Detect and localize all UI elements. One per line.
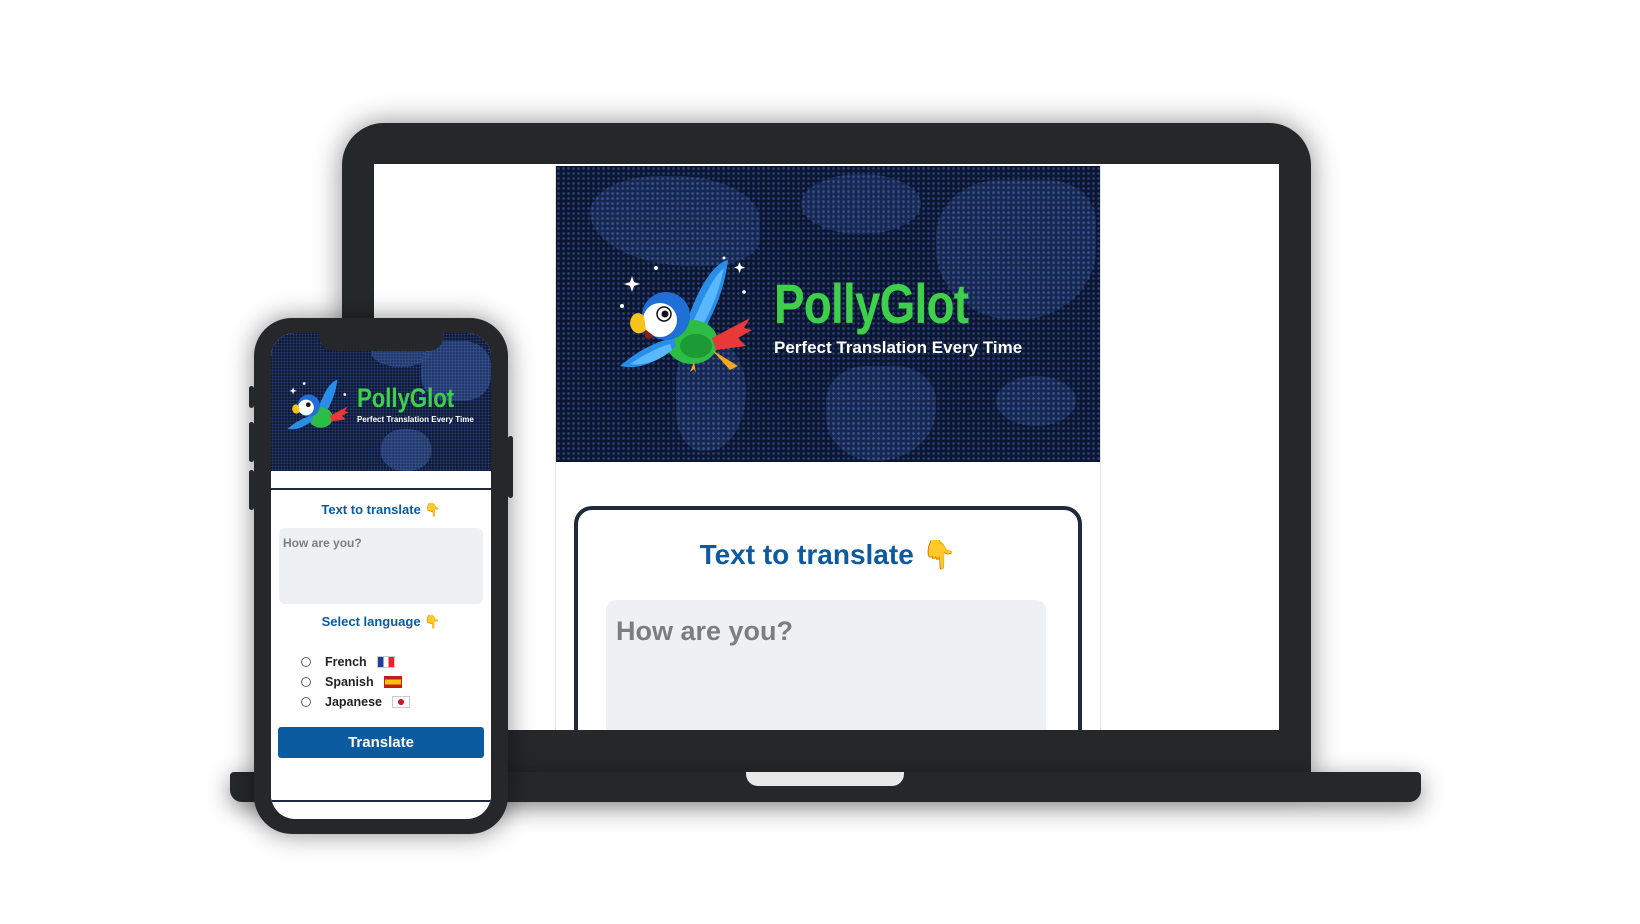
brand-tagline: Perfect Translation Every Time xyxy=(357,415,474,424)
phone-frame: PollyGlot Perfect Translation Every Time… xyxy=(249,318,513,834)
radio-button[interactable] xyxy=(301,697,311,707)
map-africa xyxy=(826,366,936,461)
language-option-french[interactable]: French xyxy=(301,652,410,672)
japan-flag-icon xyxy=(391,696,410,708)
map-europe xyxy=(801,174,921,234)
phone-side-button xyxy=(249,386,254,408)
brand-title: PollyGlot xyxy=(357,383,455,413)
laptop-trackpad-notch xyxy=(746,772,904,786)
device-mockup-stage: PollyGlot Perfect Translation Every Time… xyxy=(0,0,1640,924)
radio-button[interactable] xyxy=(301,657,311,667)
language-option-japanese[interactable]: Japanese xyxy=(301,692,410,712)
pointing-down-icon: 👇 xyxy=(921,539,957,570)
brand-block: PollyGlot Perfect Translation Every Time xyxy=(357,383,476,424)
laptop-app: PollyGlot Perfect Translation Every Time… xyxy=(555,166,1101,730)
heading-text: Select language xyxy=(321,614,421,629)
brand-block: PollyGlot Perfect Translation Every Time xyxy=(774,274,1022,358)
language-label: French xyxy=(325,655,367,669)
parrot-logo-icon xyxy=(620,256,752,373)
text-to-translate-input[interactable] xyxy=(279,528,483,604)
france-flag-icon xyxy=(376,656,395,668)
map-north-america xyxy=(590,176,760,266)
phone-translate-card: Text to translate 👇 Select language 👇 Fr… xyxy=(271,488,491,802)
translate-card: Text to translate 👇 xyxy=(574,506,1082,730)
pointing-down-icon: 👇 xyxy=(424,502,441,517)
phone-hero-banner: PollyGlot Perfect Translation Every Time xyxy=(271,333,491,471)
text-to-translate-heading: Text to translate 👇 xyxy=(271,502,491,518)
map-australia xyxy=(996,376,1076,426)
translate-button[interactable]: Translate xyxy=(278,727,484,758)
radio-button[interactable] xyxy=(301,677,311,687)
phone-volume-down-button xyxy=(249,470,254,510)
brand-tagline: Perfect Translation Every Time xyxy=(774,338,1023,357)
phone-notch xyxy=(319,333,443,351)
language-label: Spanish xyxy=(325,675,374,689)
text-to-translate-input[interactable] xyxy=(606,600,1046,730)
phone-screen: PollyGlot Perfect Translation Every Time… xyxy=(271,333,491,819)
spain-flag-icon xyxy=(383,676,402,688)
parrot-logo-icon xyxy=(287,379,349,430)
language-options: French Spanish Japanese xyxy=(301,652,410,712)
map-africa xyxy=(381,429,431,471)
heading-text: Text to translate xyxy=(699,539,914,570)
pointing-down-icon: 👇 xyxy=(424,614,441,629)
phone-volume-up-button xyxy=(249,422,254,462)
language-option-spanish[interactable]: Spanish xyxy=(301,672,410,692)
hero-banner: PollyGlot Perfect Translation Every Time xyxy=(556,166,1100,462)
text-to-translate-heading: Text to translate 👇 xyxy=(578,538,1078,571)
brand-title: PollyGlot xyxy=(774,272,969,335)
heading-text: Text to translate xyxy=(321,502,421,517)
phone-power-button xyxy=(508,436,513,498)
select-language-heading: Select language 👇 xyxy=(271,614,491,630)
language-label: Japanese xyxy=(325,695,382,709)
